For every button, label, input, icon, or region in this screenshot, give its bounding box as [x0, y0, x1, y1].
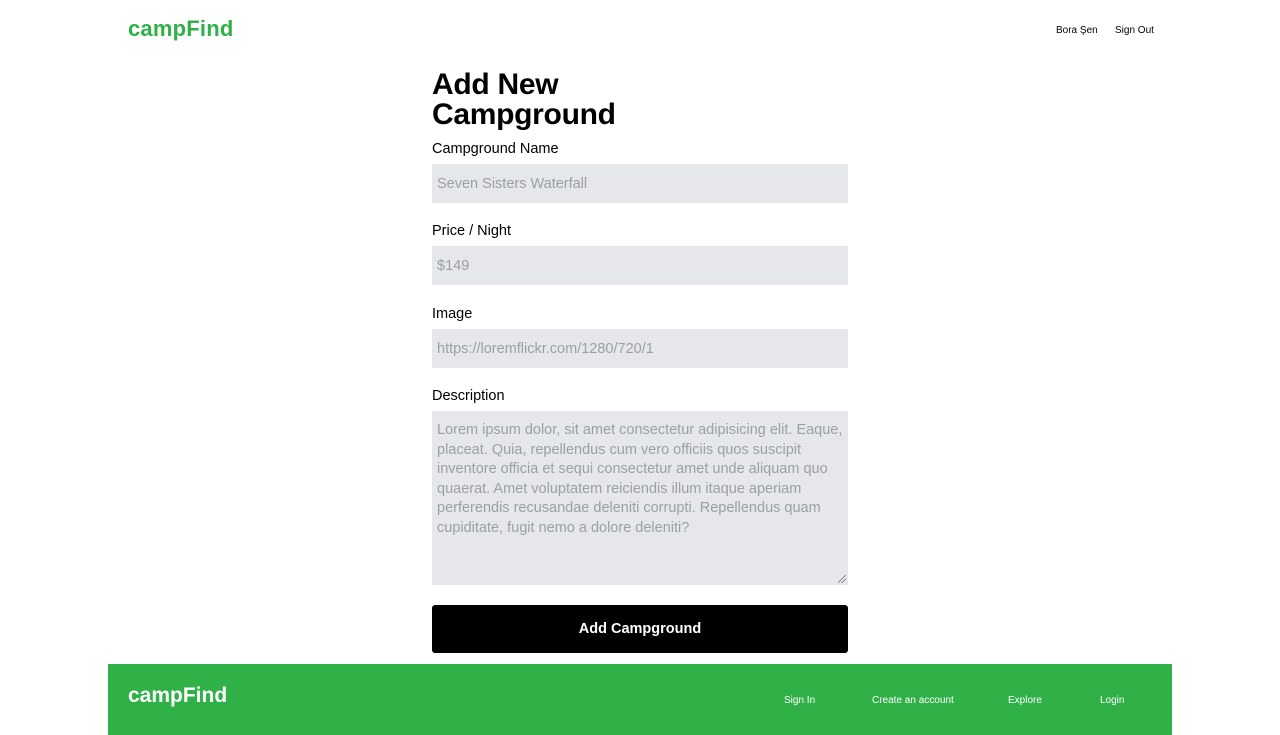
page-title: Add New Campground [432, 68, 616, 131]
site-header: campFind Bora Şen Sign Out [0, 0, 1280, 62]
campground-name-input[interactable] [432, 164, 848, 203]
description-textarea[interactable] [432, 411, 848, 585]
footer-login-link[interactable]: Login [1100, 695, 1124, 706]
footer-create-account-link[interactable]: Create an account [872, 695, 954, 706]
footer-sign-in-link[interactable]: Sign In [784, 695, 815, 706]
user-name-link[interactable]: Bora Şen [1056, 25, 1098, 36]
price-input[interactable] [432, 246, 848, 285]
description-field [432, 411, 848, 585]
footer-logo[interactable]: campFind [128, 684, 227, 708]
description-label: Description [432, 388, 505, 404]
header-logo[interactable]: campFind [128, 16, 234, 42]
site-footer: campFind Sign In Create an account Explo… [108, 664, 1172, 735]
campground-name-label: Campground Name [432, 141, 559, 157]
add-campground-form: Add New Campground Campground Name Price… [432, 68, 848, 653]
sign-out-link[interactable]: Sign Out [1115, 25, 1154, 36]
footer-explore-link[interactable]: Explore [1008, 695, 1042, 706]
resize-grip-icon[interactable] [838, 575, 846, 583]
image-label: Image [432, 306, 473, 322]
image-url-input[interactable] [432, 329, 848, 368]
price-label: Price / Night [432, 223, 511, 239]
add-campground-button[interactable]: Add Campground [432, 605, 848, 653]
